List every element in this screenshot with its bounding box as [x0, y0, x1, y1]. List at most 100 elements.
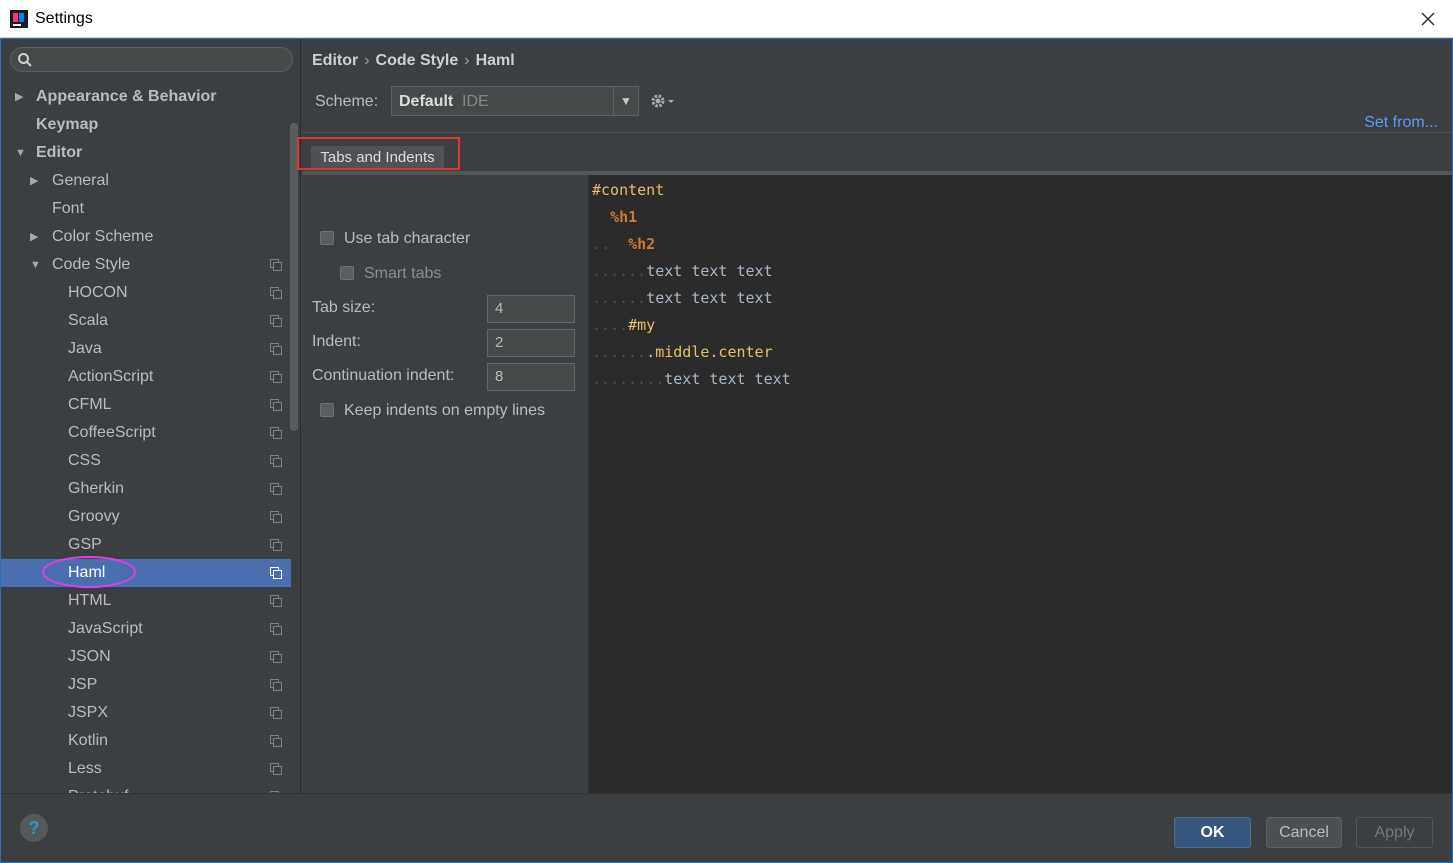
sidebar-item-label: Font	[52, 200, 85, 217]
copy-scheme-icon	[270, 399, 282, 411]
sidebar-item-protobuf[interactable]: Protobuf	[1, 783, 291, 793]
use-tab-character-label: Use tab character	[344, 230, 471, 247]
chevron-down-icon[interactable]: ▼	[30, 251, 42, 279]
code-token: text text text	[664, 370, 791, 388]
sidebar-item-label: Keymap	[36, 116, 99, 133]
sidebar-item-label: JSPX	[68, 704, 109, 721]
options-panel: Use tab character Smart tabs Tab size: 4…	[302, 175, 587, 793]
continuation-indent-input[interactable]: 8	[487, 363, 575, 391]
keep-indents-label: Keep indents on empty lines	[344, 402, 546, 419]
copy-scheme-icon	[270, 595, 282, 607]
sidebar-item-label: Kotlin	[68, 732, 109, 749]
copy-scheme-icon	[270, 679, 282, 691]
tab-tabs-and-indents[interactable]: Tabs and Indents	[311, 146, 444, 170]
sidebar-item-groovy[interactable]: Groovy	[1, 503, 291, 531]
code-line: .. %h2	[592, 234, 655, 254]
scheme-sub: IDE	[462, 93, 489, 110]
code-token: %h2	[628, 235, 656, 253]
checkbox-box[interactable]	[320, 403, 334, 417]
checkbox-box[interactable]	[320, 231, 334, 245]
sidebar-item-gherkin[interactable]: Gherkin	[1, 475, 291, 503]
sidebar-item-hocon[interactable]: HOCON	[1, 279, 291, 307]
indent-padding	[610, 235, 628, 253]
sidebar-item-html[interactable]: HTML	[1, 587, 291, 615]
copy-scheme-icon	[270, 651, 282, 663]
copy-scheme-icon	[270, 539, 282, 551]
sidebar-item-label: HOCON	[68, 284, 128, 301]
close-icon[interactable]	[1417, 8, 1439, 30]
sidebar-item-editor[interactable]: ▼ Editor	[1, 139, 291, 167]
sidebar-item-appearance-behavior[interactable]: ▶ Appearance & Behavior	[1, 83, 291, 111]
sidebar-item-label: GSP	[68, 536, 102, 553]
sidebar-item-keymap[interactable]: Keymap	[1, 111, 291, 139]
code-token: #my	[628, 316, 656, 334]
main-panel: Editor › Code Style › Haml Scheme: Default I…	[297, 38, 1452, 793]
code-line: ....#my	[592, 315, 655, 335]
whitespace-dots: ......	[592, 289, 647, 307]
sidebar-item-label: JSP	[68, 676, 98, 693]
sidebar-item-css[interactable]: CSS	[1, 447, 291, 475]
intellij-app-icon	[10, 10, 28, 28]
code-preview: #content %h1.. %h2 ......text text text..…	[588, 175, 1452, 793]
code-line: ......text text text	[592, 261, 773, 281]
sidebar-item-actionscript[interactable]: ActionScript	[1, 363, 291, 391]
help-button[interactable]: ?	[20, 814, 48, 842]
breadcrumb-separator: ›	[464, 52, 470, 69]
sidebar-item-java[interactable]: Java	[1, 335, 291, 363]
gear-icon[interactable]	[650, 92, 676, 110]
breadcrumb-haml: Haml	[475, 52, 515, 69]
sidebar-item-label: CSS	[68, 452, 101, 469]
sidebar-item-jsp[interactable]: JSP	[1, 671, 291, 699]
sidebar-item-jspx[interactable]: JSPX	[1, 699, 291, 727]
copy-scheme-icon	[270, 455, 282, 467]
tab-size-input[interactable]: 4	[487, 295, 575, 323]
sidebar-item-label: JavaScript	[68, 620, 143, 637]
sidebar-item-label: CoffeeScript	[68, 424, 156, 441]
copy-scheme-icon	[270, 287, 282, 299]
sidebar-item-label: Gherkin	[68, 480, 125, 497]
chevron-right-icon[interactable]: ▶	[30, 167, 42, 195]
sidebar-item-font[interactable]: Font	[1, 195, 291, 223]
sidebar-item-cfml[interactable]: CFML	[1, 391, 291, 419]
title-bar: Settings	[0, 0, 1453, 38]
sidebar-item-kotlin[interactable]: Kotlin	[1, 727, 291, 755]
sidebar-item-label: Scala	[68, 312, 109, 329]
sidebar-item-scala[interactable]: Scala	[1, 307, 291, 335]
sidebar-item-general[interactable]: ▶ General	[1, 167, 291, 195]
apply-button[interactable]: Apply	[1356, 817, 1433, 848]
chevron-right-icon[interactable]: ▶	[30, 223, 42, 251]
sidebar-item-gsp[interactable]: GSP	[1, 531, 291, 559]
sidebar-item-coffeescript[interactable]: CoffeeScript	[1, 419, 291, 447]
breadcrumb: Editor › Code Style › Haml	[312, 52, 515, 70]
whitespace-dots: ......	[592, 343, 647, 361]
breadcrumb-editor: Editor	[312, 52, 359, 69]
cancel-button[interactable]: Cancel	[1266, 817, 1342, 848]
sidebar-item-haml[interactable]: Haml	[1, 559, 291, 587]
sidebar-item-less[interactable]: Less	[1, 755, 291, 783]
code-line: %h1	[592, 207, 637, 227]
indent-input[interactable]: 2	[487, 329, 575, 357]
ok-button[interactable]: OK	[1174, 817, 1251, 848]
sidebar-item-json[interactable]: JSON	[1, 643, 291, 671]
sidebar-scrollbar[interactable]	[290, 123, 298, 431]
smart-tabs-label: Smart tabs	[364, 265, 442, 282]
copy-scheme-icon	[270, 259, 282, 271]
code-token: text text text	[646, 262, 773, 280]
whitespace-dots: ........	[592, 370, 665, 388]
sidebar-item-javascript[interactable]: JavaScript	[1, 615, 291, 643]
set-from-link[interactable]: Set from...	[1364, 114, 1438, 132]
indent-label: Indent:	[312, 333, 361, 350]
scheme-dropdown[interactable]: Default IDE ▼	[391, 86, 639, 116]
copy-scheme-icon	[270, 623, 282, 635]
scheme-label: Scheme:	[315, 93, 379, 110]
sidebar-item-label: Less	[68, 760, 102, 777]
checkbox-box[interactable]	[340, 266, 354, 280]
sidebar-item-color-scheme[interactable]: ▶ Color Scheme	[1, 223, 291, 251]
sidebar-item-code-style[interactable]: ▼ Code Style	[1, 251, 291, 279]
settings-sidebar: ▶ Appearance & Behavior Keymap ▼ Editor ▶ Gene…	[1, 38, 301, 793]
scheme-value: Default	[399, 93, 454, 110]
chevron-down-icon[interactable]: ▼	[613, 87, 638, 115]
search-input[interactable]	[10, 47, 293, 72]
chevron-right-icon[interactable]: ▶	[15, 83, 27, 111]
chevron-down-icon[interactable]: ▼	[15, 139, 27, 167]
